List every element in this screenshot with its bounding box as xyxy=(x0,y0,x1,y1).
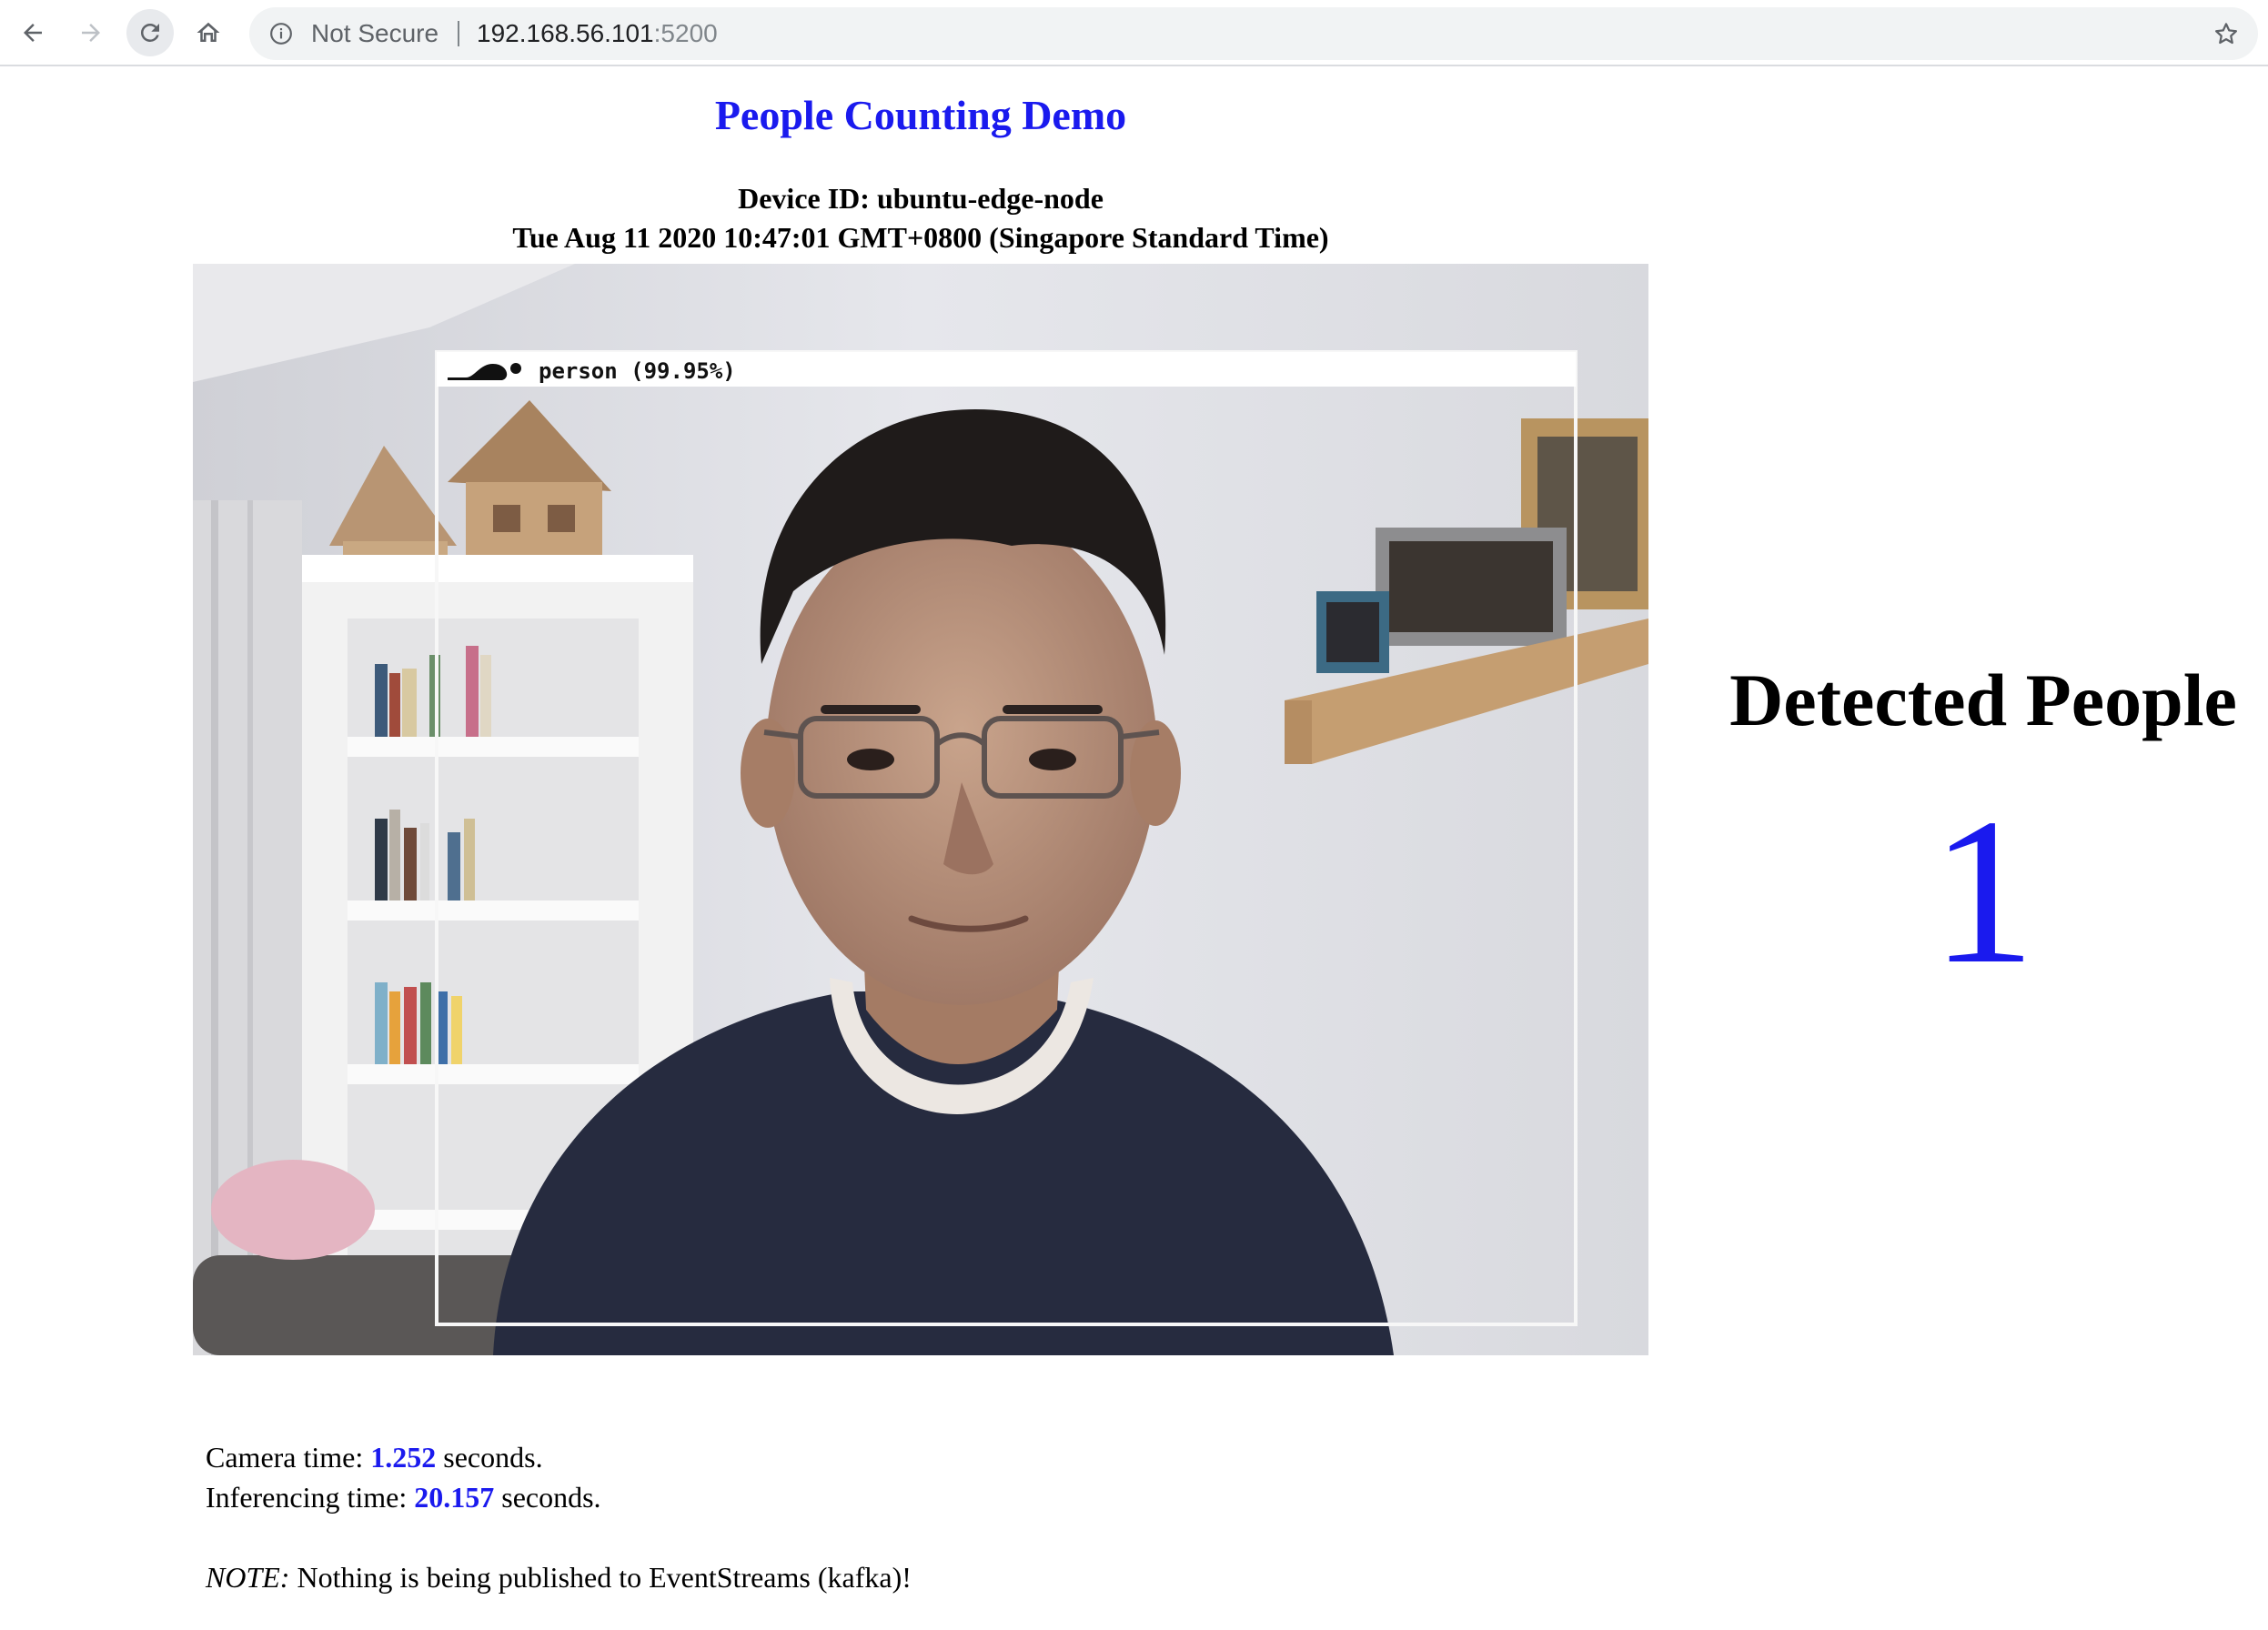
url-port: :5200 xyxy=(653,19,718,47)
inference-time-unit: seconds. xyxy=(494,1481,601,1514)
note-text: Nothing is being published to EventStrea… xyxy=(289,1561,912,1594)
address-divider xyxy=(458,21,459,46)
reload-button[interactable] xyxy=(126,9,174,56)
bookmark-star-icon[interactable] xyxy=(2213,20,2240,47)
camera-time-unit: seconds. xyxy=(436,1441,543,1474)
back-button[interactable] xyxy=(9,9,56,56)
arrow-left-icon xyxy=(24,24,42,42)
inference-time-row: Inferencing time: 20.157 seconds. xyxy=(206,1477,601,1517)
device-id-value: ubuntu-edge-node xyxy=(876,182,1104,215)
home-button[interactable] xyxy=(185,9,232,56)
kafka-note: NOTE: Nothing is being published to Even… xyxy=(206,1557,912,1597)
timing-stats: Camera time: 1.252 seconds. Inferencing … xyxy=(206,1437,601,1517)
camera-time-row: Camera time: 1.252 seconds. xyxy=(206,1437,601,1477)
device-id-line: Device ID: ubuntu-edge-node xyxy=(193,179,1648,217)
detected-people-label: Detected People xyxy=(1729,659,2237,741)
page-title: People Counting Demo xyxy=(714,92,1127,138)
info-icon[interactable] xyxy=(269,22,293,45)
url-host: 192.168.56.101 xyxy=(477,19,654,47)
security-status-label[interactable]: Not Secure xyxy=(311,7,438,60)
forward-button[interactable] xyxy=(67,9,115,56)
address-bar[interactable]: Not Secure 192.168.56.101:5200 xyxy=(249,7,2258,60)
detection-label: person (99.95%) xyxy=(539,358,736,384)
inference-time-label: Inferencing time: xyxy=(206,1481,415,1514)
browser-toolbar: Not Secure 192.168.56.101:5200 xyxy=(0,0,2268,66)
inference-time-value: 20.157 xyxy=(414,1481,495,1514)
device-id-prefix: Device ID: xyxy=(738,182,877,215)
timestamp: Tue Aug 11 2020 10:47:01 GMT+0800 (Singa… xyxy=(512,221,1329,254)
camera-image: person (99.95%) xyxy=(193,264,1648,1355)
camera-time-label: Camera time: xyxy=(206,1441,371,1474)
detected-people-count: 1 xyxy=(1930,775,2036,1007)
url-text[interactable]: 192.168.56.101:5200 xyxy=(477,7,718,60)
reload-icon xyxy=(140,23,159,42)
camera-time-value: 1.252 xyxy=(370,1441,437,1474)
note-label: NOTE: xyxy=(206,1561,290,1594)
arrow-right-icon xyxy=(82,24,100,42)
home-icon xyxy=(197,22,220,42)
